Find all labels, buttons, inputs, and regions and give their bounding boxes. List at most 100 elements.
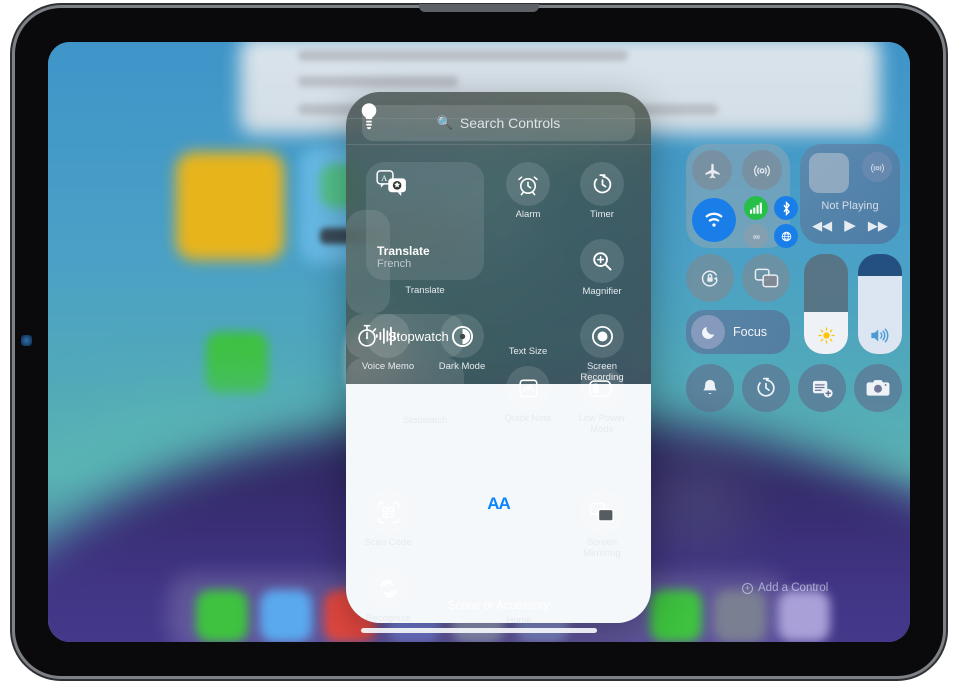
magnifier-caption: Magnifier bbox=[582, 286, 622, 297]
stopwatch-caption: Stopwatch bbox=[402, 415, 448, 426]
timer-icon bbox=[757, 377, 775, 397]
camera-icon bbox=[866, 380, 890, 396]
previous-track-button[interactable]: ◀◀ bbox=[812, 219, 832, 232]
camera-button[interactable] bbox=[854, 364, 902, 412]
record-icon bbox=[591, 325, 613, 347]
gallery-item-dark-mode[interactable]: Dark Mode bbox=[439, 314, 485, 372]
personal-hotspot-button[interactable] bbox=[774, 224, 798, 248]
timer-icon bbox=[593, 173, 611, 193]
camera-bump bbox=[419, 4, 539, 12]
timer-caption: Timer bbox=[590, 209, 614, 220]
gallery-item-scan-code[interactable]: Scan Code bbox=[364, 490, 412, 548]
translate-title: Translate bbox=[377, 244, 430, 258]
moon-icon bbox=[701, 326, 714, 339]
screen-mirroring-caption: Screen Mirroring bbox=[583, 537, 621, 559]
wifi-icon bbox=[705, 212, 723, 227]
timer-button[interactable] bbox=[742, 364, 790, 412]
translate-subtitle: French bbox=[377, 258, 412, 270]
waveform-icon bbox=[375, 326, 399, 346]
brightness-slider[interactable] bbox=[804, 254, 848, 354]
qr-code-icon bbox=[377, 501, 399, 523]
screen-mirroring-button[interactable] bbox=[742, 254, 790, 302]
airplay-audio-icon bbox=[870, 163, 884, 173]
next-track-button[interactable]: ▶▶ bbox=[868, 219, 888, 232]
shazam-icon bbox=[379, 578, 397, 598]
silent-mode-button[interactable] bbox=[686, 364, 734, 412]
now-playing-module[interactable]: Not Playing ◀◀ ▶ ▶▶ bbox=[800, 144, 900, 244]
translate-text-group: Translate French bbox=[377, 244, 430, 270]
dark-mode-caption: Dark Mode bbox=[438, 361, 486, 372]
gallery-item-alarm[interactable]: Alarm bbox=[506, 162, 550, 220]
bezel-indicator bbox=[21, 335, 32, 346]
cellular-data-button[interactable] bbox=[744, 196, 768, 220]
airdrop-button[interactable] bbox=[742, 150, 782, 190]
controls-gallery-panel: 🔍 Search Controls A Translate French Tra… bbox=[346, 92, 651, 623]
play-button[interactable]: ▶ bbox=[844, 218, 856, 233]
translate-icon: A bbox=[376, 170, 406, 196]
now-playing-title: Not Playing bbox=[821, 200, 879, 212]
gallery-item-voice-memo[interactable]: Voice Memo bbox=[362, 314, 414, 372]
brightness-fill bbox=[804, 312, 848, 354]
rotation-lock-icon bbox=[701, 270, 718, 287]
home-indicator[interactable] bbox=[361, 628, 597, 633]
airdrop-icon bbox=[752, 234, 760, 239]
airplay-button[interactable] bbox=[862, 152, 892, 182]
rotation-lock-button[interactable] bbox=[686, 254, 734, 302]
add-a-control-button[interactable]: + Add a Control bbox=[742, 582, 828, 594]
wifi-button[interactable] bbox=[692, 198, 736, 242]
cellular-bars-icon bbox=[749, 202, 762, 214]
quick-note-button[interactable] bbox=[798, 364, 846, 412]
quick-note-caption: Quick Note bbox=[504, 413, 552, 424]
alarm-clock-icon bbox=[518, 175, 538, 195]
circle-half-icon bbox=[451, 325, 473, 347]
voice-memo-button[interactable] bbox=[366, 314, 410, 358]
recognize-music-caption: Recognize Music bbox=[365, 613, 411, 623]
focus-knob bbox=[691, 315, 725, 349]
magnifier-button[interactable] bbox=[580, 239, 624, 283]
scan-code-button[interactable] bbox=[366, 490, 410, 534]
low-power-mode-button[interactable] bbox=[580, 366, 624, 410]
dark-mode-button[interactable] bbox=[440, 314, 484, 358]
plus-circle-icon: + bbox=[742, 582, 753, 594]
airplane-mode-button[interactable] bbox=[692, 150, 732, 190]
screen-recording-button[interactable] bbox=[580, 314, 624, 358]
volume-slider[interactable] bbox=[858, 254, 902, 354]
control-center-cluster: Not Playing ◀◀ ▶ ▶▶ Focus bbox=[676, 108, 910, 418]
bluetooth-button[interactable] bbox=[774, 196, 798, 220]
scan-code-caption: Scan Code bbox=[364, 537, 412, 548]
screen-mirroring-button[interactable] bbox=[580, 490, 624, 534]
bell-icon bbox=[703, 379, 717, 394]
gallery-item-screen-mirroring[interactable]: Screen Mirroring bbox=[580, 490, 624, 559]
search-controls-field[interactable]: 🔍 Search Controls bbox=[362, 105, 635, 141]
low-power-caption: Low Power Mode bbox=[578, 413, 626, 435]
gallery-item-screen-recording[interactable]: Screen Recording bbox=[580, 314, 624, 383]
timer-button[interactable] bbox=[580, 162, 624, 206]
focus-button[interactable]: Focus bbox=[686, 310, 790, 354]
translate-tile[interactable]: A Translate French bbox=[366, 162, 484, 280]
gallery-item-timer[interactable]: Timer bbox=[580, 162, 624, 220]
focus-label: Focus bbox=[733, 325, 768, 339]
alarm-button[interactable] bbox=[506, 162, 550, 206]
text-size-caption: Text Size bbox=[508, 346, 548, 357]
ipad-device-frame: Not Playing ◀◀ ▶ ▶▶ Focus + Add a Contro… bbox=[15, 4, 943, 676]
gallery-item-low-power-mode[interactable]: Low Power Mode bbox=[579, 366, 626, 435]
voice-memo-caption: Voice Memo bbox=[361, 361, 415, 372]
sun-icon bbox=[817, 327, 835, 344]
home-caption: Home bbox=[506, 615, 532, 623]
quick-note-button[interactable] bbox=[506, 366, 550, 410]
gallery-item-quick-note[interactable]: Quick Note bbox=[505, 366, 552, 424]
gallery-item-magnifier[interactable]: Magnifier bbox=[580, 239, 624, 297]
media-transport-controls: ◀◀ ▶ ▶▶ bbox=[800, 218, 900, 233]
airplane-icon bbox=[704, 163, 720, 178]
speaker-wave-icon bbox=[871, 328, 889, 343]
airdrop-icon bbox=[754, 165, 770, 177]
svg-text:A: A bbox=[381, 174, 387, 183]
screen-mirroring-icon bbox=[754, 268, 778, 288]
magnifier-icon bbox=[593, 252, 612, 271]
screen-mirroring-icon bbox=[589, 502, 614, 522]
hotspot-globe-icon bbox=[781, 231, 791, 241]
lightbulb-icon bbox=[361, 103, 377, 130]
airdrop-small-button[interactable] bbox=[744, 224, 768, 248]
add-a-control-label: Add a Control bbox=[758, 582, 829, 594]
note-add-icon bbox=[812, 380, 833, 398]
